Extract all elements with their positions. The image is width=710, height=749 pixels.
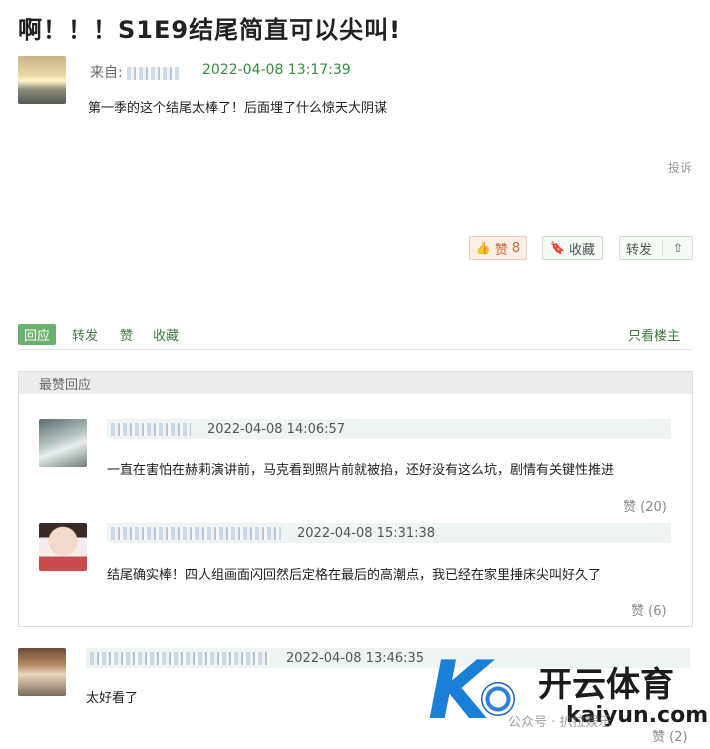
- from-label: 来自:: [90, 65, 123, 81]
- reply-time: 2022-04-08 15:31:38: [297, 525, 436, 541]
- reply-author-blurred[interactable]: [111, 422, 191, 436]
- reply-author-blurred[interactable]: [111, 526, 281, 540]
- like-count: 8: [511, 240, 521, 256]
- tab-like[interactable]: 赞: [120, 325, 133, 344]
- reply-tabs: 回应 转发 赞 收藏 只看楼主: [18, 322, 692, 350]
- post-author[interactable]: 来自:: [90, 62, 180, 82]
- watermark-foot: 公众号 · 扒拉娱乐: [508, 715, 612, 730]
- reply-text: 一直在害怕在赫莉演讲前，马克看到照片前就被掐，还好没有这么坑，剧情有关键性推进: [107, 463, 615, 478]
- best-replies-box: 最赞回应 2022-04-08 14:06:57 一直在害怕在赫莉演讲前，马克看…: [18, 371, 693, 627]
- author-avatar[interactable]: [18, 56, 66, 104]
- share-button[interactable]: 转发 ⇧: [619, 236, 693, 260]
- tab-share[interactable]: 转发: [72, 325, 98, 344]
- author-name-blurred[interactable]: [127, 66, 180, 80]
- reply-avatar[interactable]: [18, 648, 66, 696]
- report-link[interactable]: 投诉: [668, 159, 692, 176]
- thumbs-up-icon: 👍: [475, 241, 491, 255]
- tab-collect[interactable]: 收藏: [153, 325, 179, 344]
- bookmark-icon: 🔖: [550, 241, 565, 255]
- reply-like-button[interactable]: 赞 (6): [631, 600, 667, 619]
- reply-meta: 2022-04-08 15:31:38: [107, 523, 671, 543]
- share-icon: ⇧: [673, 241, 684, 255]
- collect-button[interactable]: 🔖 收藏: [542, 236, 603, 260]
- watermark-cn: 开云体育: [538, 665, 674, 705]
- reply-meta: 2022-04-08 14:06:57: [107, 419, 671, 439]
- reply-text: 结尾确实棒！四人组画面闪回然后定格在最后的高潮点，我已经在家里捶床尖叫好久了: [107, 568, 602, 583]
- reply-like-button[interactable]: 赞 (20): [623, 496, 667, 515]
- reply-time: 2022-04-08 13:46:35: [286, 650, 425, 666]
- post-time: 2022-04-08 13:17:39: [202, 62, 351, 78]
- reply-time: 2022-04-08 14:06:57: [207, 421, 346, 437]
- best-replies-header: 最赞回应: [19, 372, 692, 394]
- like-button[interactable]: 👍 赞 8: [469, 236, 527, 260]
- like-label: 赞: [494, 242, 508, 258]
- post-title: 啊！！！S1E9结尾简直可以尖叫!: [18, 16, 402, 44]
- share-label: 转发: [626, 242, 653, 258]
- tab-reply[interactable]: 回应: [18, 324, 57, 345]
- reply-avatar[interactable]: [39, 523, 87, 571]
- post-body: 第一季的这个结尾太棒了！后面埋了什么惊天大阴谋: [88, 101, 388, 116]
- divider: [662, 240, 664, 256]
- reply-avatar[interactable]: [39, 419, 87, 467]
- owner-only-link[interactable]: 只看楼主: [628, 325, 680, 344]
- watermark: K 开云体育 kaiyun.com 公众号 · 扒拉娱乐: [428, 645, 710, 749]
- reply-author-blurred[interactable]: [90, 651, 270, 665]
- collect-label: 收藏: [568, 242, 595, 258]
- reply-text: 太好看了: [86, 691, 139, 706]
